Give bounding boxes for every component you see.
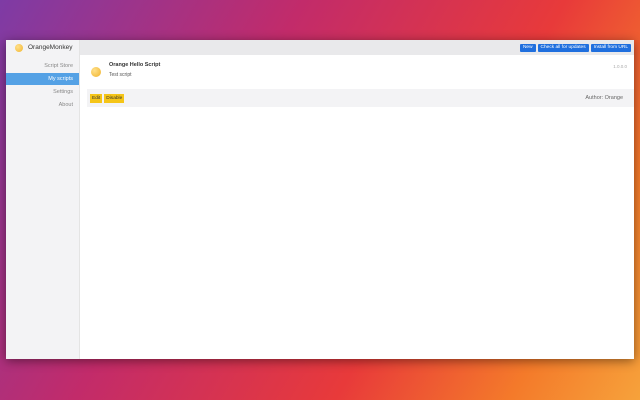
sidebar-item-script-store[interactable]: Script Store [6,60,79,72]
sidebar-item-settings[interactable]: Settings [6,86,79,98]
script-name: Orange Hello Script [109,62,161,68]
toolbar: New Check all for updates Install from U… [80,40,634,55]
install-from-url-button[interactable]: Install from URL [590,43,631,52]
orange-logo-icon [15,43,23,52]
sidebar: OrangeMonkey Script Store My scripts Set… [6,40,80,359]
main-content: Orange Hello Script Test script 1.0.0.0 … [80,55,634,359]
sidebar-nav: Script Store My scripts Settings About [6,60,79,111]
app-window: OrangeMonkey Script Store My scripts Set… [6,40,634,359]
script-orange-icon [91,67,101,77]
script-actions-bar: Edit Disable Author: Orange [87,89,634,107]
script-version: 1.0.0.0 [613,64,627,69]
sidebar-item-about[interactable]: About [6,99,79,111]
script-author: Author: Orange [585,95,623,101]
check-updates-button[interactable]: Check all for updates [537,43,589,52]
script-card: Orange Hello Script Test script 1.0.0.0 [87,59,627,87]
app-name: OrangeMonkey [28,44,73,51]
edit-script-button[interactable]: Edit [90,93,103,103]
brand: OrangeMonkey [6,40,79,55]
new-script-button[interactable]: New [519,43,536,52]
sidebar-item-my-scripts[interactable]: My scripts [6,73,79,85]
script-description: Test script [109,72,132,78]
disable-script-button[interactable]: Disable [104,93,125,103]
